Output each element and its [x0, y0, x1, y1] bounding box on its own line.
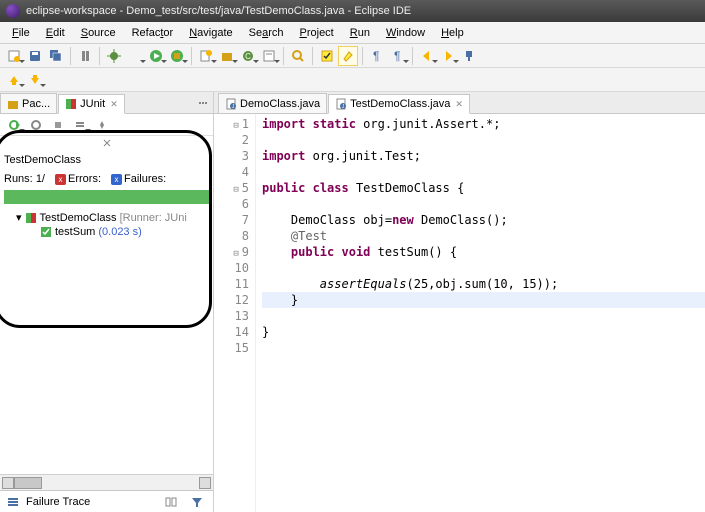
toggle-button[interactable]: [75, 46, 95, 66]
java-file-icon: J: [335, 98, 347, 110]
scroll-left-arrow[interactable]: [2, 477, 14, 489]
prev-annotation-button[interactable]: [4, 70, 24, 90]
junit-class-name: TestDemoClass: [4, 152, 209, 170]
secondary-toolbar: [0, 68, 705, 92]
editor-tab-democlass[interactable]: J DemoClass.java: [218, 93, 327, 113]
debug-drop-button[interactable]: [125, 46, 145, 66]
runs-value: 1/: [36, 173, 45, 185]
view-menu-button[interactable]: [193, 93, 213, 113]
close-icon[interactable]: ✕: [455, 99, 463, 110]
left-pane: Pac... JUnit ✕ TestDemoClass Runs: 1/ xE…: [0, 92, 214, 512]
line-gutter: 123456789101112131415: [214, 114, 256, 512]
open-type-button[interactable]: [259, 46, 279, 66]
code-content[interactable]: import static org.junit.Assert.*; import…: [256, 114, 705, 512]
rerun-failed-button[interactable]: [26, 115, 46, 135]
highlight-button[interactable]: [338, 46, 358, 66]
menu-window[interactable]: Window: [378, 25, 433, 41]
history-button[interactable]: [70, 115, 90, 135]
junit-panel: TestDemoClass Runs: 1/ xErrors: xFailure…: [0, 150, 213, 474]
menu-edit[interactable]: Edit: [38, 25, 73, 41]
code-area[interactable]: 123456789101112131415 import static org.…: [214, 114, 705, 512]
scroll-right-arrow[interactable]: [199, 477, 211, 489]
back-button[interactable]: [417, 46, 437, 66]
suite-icon: [25, 212, 37, 224]
test-pass-icon: [40, 226, 52, 238]
svg-text:C: C: [245, 52, 251, 61]
tree-test-row[interactable]: testSum (0.023 s): [4, 225, 209, 239]
failure-trace-label: Failure Trace: [26, 496, 90, 508]
coverage-button[interactable]: [167, 46, 187, 66]
junit-tree: ▾ TestDemoClass [Runner: JUni testSum (0…: [4, 210, 209, 239]
svg-text:¶: ¶: [394, 49, 400, 63]
run-button[interactable]: [146, 46, 166, 66]
collapse-icon[interactable]: [102, 138, 112, 148]
left-tabbar: Pac... JUnit ✕: [0, 92, 213, 114]
menu-navigate[interactable]: Navigate: [181, 25, 240, 41]
tab-label: JUnit: [80, 98, 105, 110]
close-icon[interactable]: ✕: [110, 99, 118, 110]
save-button[interactable]: [25, 46, 45, 66]
save-all-button[interactable]: [46, 46, 66, 66]
stop-button[interactable]: [48, 115, 68, 135]
tab-package-explorer[interactable]: Pac...: [0, 93, 57, 113]
tab-label: DemoClass.java: [240, 98, 320, 110]
junit-stats: Runs: 1/ xErrors: xFailures:: [4, 170, 209, 188]
pin-junit-button[interactable]: [92, 115, 112, 135]
debug-button[interactable]: [104, 46, 124, 66]
suite-runner: [Runner: JUni: [120, 212, 187, 224]
compare-button[interactable]: [161, 492, 181, 512]
menu-file[interactable]: File: [4, 25, 38, 41]
failure-trace-panel: Failure Trace: [0, 490, 213, 512]
rerun-button[interactable]: [4, 115, 24, 135]
new-button[interactable]: [4, 46, 24, 66]
menu-project[interactable]: Project: [292, 25, 342, 41]
junit-toolbar: [0, 114, 213, 136]
java-file-icon: J: [225, 98, 237, 110]
window-title: eclipse-workspace - Demo_test/src/test/j…: [26, 5, 411, 17]
new-package-button[interactable]: [217, 46, 237, 66]
new-java-button[interactable]: [196, 46, 216, 66]
menu-search[interactable]: Search: [241, 25, 292, 41]
test-label: testSum: [55, 226, 95, 238]
next-annotation-button[interactable]: [25, 70, 45, 90]
tab-label: TestDemoClass.java: [350, 98, 450, 110]
test-time: (0.023 s): [98, 226, 141, 238]
runs-label: Runs:: [4, 173, 33, 185]
toggle-mark-button[interactable]: [317, 46, 337, 66]
error-icon: x: [55, 174, 66, 185]
show-whitespace-button[interactable]: ¶: [367, 46, 387, 66]
package-icon: [7, 98, 19, 110]
editor-tab-testdemoclass[interactable]: J TestDemoClass.java ✕: [328, 94, 470, 114]
main-toolbar: C ¶ ¶: [0, 44, 705, 68]
failures-label: Failures:: [124, 173, 166, 185]
menu-bar: File Edit Source Refactor Navigate Searc…: [0, 22, 705, 44]
svg-text:¶: ¶: [373, 49, 379, 63]
new-class-button[interactable]: C: [238, 46, 258, 66]
suite-label: TestDemoClass: [40, 212, 117, 224]
errors-label: Errors:: [68, 173, 101, 185]
title-bar: eclipse-workspace - Demo_test/src/test/j…: [0, 0, 705, 22]
search-button[interactable]: [288, 46, 308, 66]
failure-trace-icon: [6, 495, 20, 509]
menu-run[interactable]: Run: [342, 25, 378, 41]
horizontal-scrollbar[interactable]: [0, 474, 213, 490]
tree-suite-row[interactable]: ▾ TestDemoClass [Runner: JUni: [4, 210, 209, 225]
tab-label: Pac...: [22, 98, 50, 110]
eclipse-logo-icon: [6, 4, 20, 18]
expander-icon[interactable]: ▾: [16, 211, 22, 224]
pin-button[interactable]: [459, 46, 479, 66]
tab-junit[interactable]: JUnit ✕: [58, 94, 125, 114]
scroll-thumb[interactable]: [14, 477, 42, 489]
pilcrow-button[interactable]: ¶: [388, 46, 408, 66]
menu-refactor[interactable]: Refactor: [124, 25, 182, 41]
progress-bar: [4, 190, 209, 204]
editor-pane: J DemoClass.java J TestDemoClass.java ✕ …: [214, 92, 705, 512]
failure-icon: x: [111, 174, 122, 185]
junit-icon: [65, 98, 77, 110]
menu-help[interactable]: Help: [433, 25, 472, 41]
filter-button[interactable]: [187, 492, 207, 512]
forward-button[interactable]: [438, 46, 458, 66]
menu-source[interactable]: Source: [73, 25, 124, 41]
editor-tabbar: J DemoClass.java J TestDemoClass.java ✕: [214, 92, 705, 114]
